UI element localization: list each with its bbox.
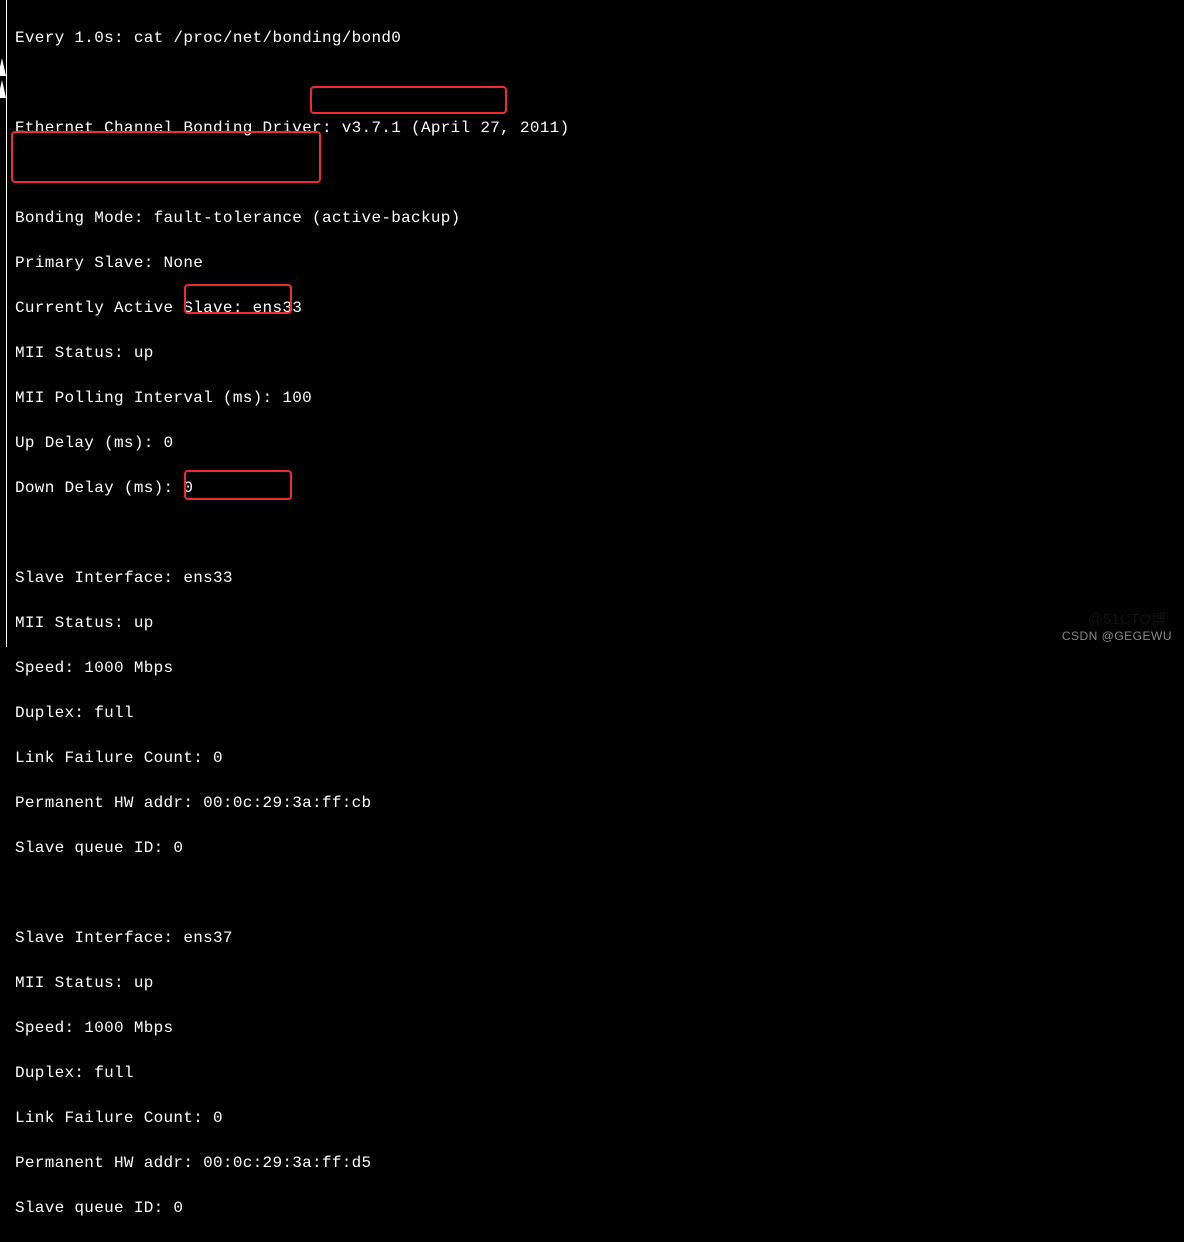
slave1-hw-addr: Permanent HW addr: 00:0c:29:3a:ff:d5	[15, 1152, 1184, 1175]
slave0-queue-id: Slave queue ID: 0	[15, 837, 1184, 860]
slave1-speed: Speed: 1000 Mbps	[15, 1017, 1184, 1040]
slave1-link-failure: Link Failure Count: 0	[15, 1107, 1184, 1130]
slave1-mii-status: MII Status: up	[15, 972, 1184, 995]
slave1-queue-id: Slave queue ID: 0	[15, 1197, 1184, 1220]
slave0-hw-addr: Permanent HW addr: 00:0c:29:3a:ff:cb	[15, 792, 1184, 815]
driver-info: Ethernet Channel Bonding Driver: v3.7.1 …	[15, 117, 1184, 140]
watch-header: Every 1.0s: cat /proc/net/bonding/bond0	[15, 27, 1184, 50]
slave1-duplex: Duplex: full	[15, 1062, 1184, 1085]
terminal-output[interactable]: Every 1.0s: cat /proc/net/bonding/bond0 …	[6, 0, 1184, 647]
mii-status: MII Status: up	[15, 342, 1184, 365]
watermark: CSDN @GEGEWU	[1062, 629, 1172, 643]
slave-interface-1: Slave Interface: ens37	[15, 927, 1184, 950]
slave0-speed: Speed: 1000 Mbps	[15, 657, 1184, 680]
bonding-mode: Bonding Mode: fault-tolerance (active-ba…	[15, 207, 1184, 230]
mii-polling: MII Polling Interval (ms): 100	[15, 387, 1184, 410]
slave0-link-failure: Link Failure Count: 0	[15, 747, 1184, 770]
up-delay: Up Delay (ms): 0	[15, 432, 1184, 455]
active-slave: Currently Active Slave: ens33	[15, 297, 1184, 320]
slave0-duplex: Duplex: full	[15, 702, 1184, 725]
slave-interface-0: Slave Interface: ens33	[15, 567, 1184, 590]
slave0-mii-status: MII Status: up	[15, 612, 1184, 635]
primary-slave: Primary Slave: None	[15, 252, 1184, 275]
down-delay: Down Delay (ms): 0	[15, 477, 1184, 500]
watermark-faint: @51CTO博	[1088, 608, 1166, 629]
